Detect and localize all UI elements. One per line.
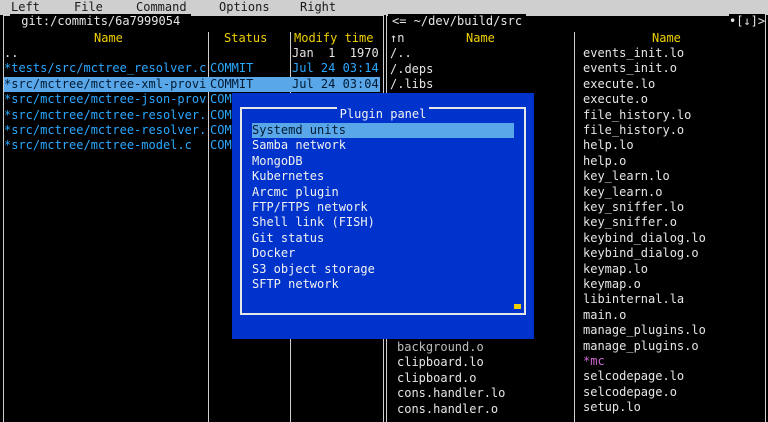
list-item[interactable]: execute.o [583, 92, 763, 107]
file-name: *src/mctree/mctree-xml-provid [4, 76, 207, 93]
list-item[interactable]: selcodepage.o [583, 385, 763, 400]
menu-command[interactable]: Command [136, 0, 187, 15]
plugin-item[interactable]: FTP/FTPS network [252, 200, 514, 215]
plugin-panel-dialog: Plugin panel Systemd units Samba network M… [232, 93, 534, 339]
list-item[interactable]: manage_plugins.o [583, 339, 763, 354]
file-mtime: Jan 1 1970 [292, 46, 379, 60]
file-status [210, 46, 290, 61]
cursor-block [514, 304, 521, 309]
file-status: COMMIT [210, 61, 254, 76]
list-item[interactable]: keymap.o [583, 277, 763, 292]
list-item[interactable]: manage_plugins.lo [583, 323, 763, 338]
table-row[interactable]: *tests/src/mctree_resolver.c COMMIT Jul 24… [4, 61, 380, 76]
table-row[interactable]: .. Jan 1 1970 [4, 46, 380, 61]
list-item[interactable]: /.libs [390, 77, 572, 92]
right-panel-corner-controls[interactable]: •[↓]> [729, 14, 766, 29]
left-panel-title: git:/commits/6a7999054 [10, 14, 192, 29]
list-item[interactable]: selcodepage.lo [583, 369, 763, 384]
file-status: COMMIT [210, 76, 290, 93]
list-item[interactable]: clipboard.lo [397, 355, 572, 370]
list-item[interactable]: libinternal.la [583, 292, 763, 307]
plugin-item[interactable]: S3 object storage [252, 262, 514, 277]
list-item[interactable]: clipboard.o [397, 371, 572, 386]
list-item[interactable]: cons.handler.o [397, 402, 572, 417]
list-item[interactable]: help.o [583, 154, 763, 169]
list-item[interactable]: key_sniffer.lo [583, 200, 763, 215]
file-mtime: Jul 24 03:04 [292, 76, 380, 93]
menu-right[interactable]: Right [300, 0, 336, 15]
list-item[interactable]: keybind_dialog.lo [583, 231, 763, 246]
plugin-item[interactable]: Kubernetes [252, 169, 514, 184]
file-name: *tests/src/mctree_resolver.c [4, 61, 207, 76]
list-item[interactable]: execute.lo [583, 77, 763, 92]
file-name: *src/mctree/mctree-resolver.h [4, 123, 207, 137]
file-name: *src/mctree/mctree-resolver.c [4, 107, 207, 122]
plugin-item[interactable]: MongoDB [252, 154, 514, 169]
menu-options[interactable]: Options [219, 0, 270, 15]
list-item[interactable]: /.deps [390, 62, 572, 77]
plugin-item[interactable]: Docker [252, 246, 514, 261]
list-item[interactable]: key_learn.lo [583, 169, 763, 184]
plugin-item[interactable]: Systemd units [252, 123, 514, 139]
plugin-panel-title: Plugin panel [336, 107, 430, 121]
list-item[interactable]: *mc [583, 354, 763, 369]
list-item[interactable]: events_init.lo [583, 46, 763, 61]
right-panel-title: <= ~/dev/build/src [388, 14, 527, 29]
list-item[interactable]: /.. [390, 46, 572, 61]
list-item[interactable]: cons.handler.lo [397, 386, 572, 401]
file-name: *src/mctree/mctree-json-provi [4, 92, 207, 107]
file-mtime: Jul 24 03:14 [292, 61, 379, 76]
menu-file[interactable]: File [74, 0, 103, 15]
plugin-item[interactable]: Shell link (FISH) [252, 215, 514, 230]
plugin-item[interactable]: Samba network [252, 138, 514, 153]
list-item[interactable]: background.o [397, 340, 572, 355]
list-item[interactable]: help.lo [583, 138, 763, 153]
table-row[interactable]: *src/mctree/mctree-xml-provid COMMIT Jul 2… [4, 76, 380, 93]
left-header-name[interactable]: Name [94, 31, 123, 46]
file-name: .. [4, 46, 19, 60]
plugin-panel-title-wrap: Plugin panel [232, 107, 534, 122]
list-item[interactable]: file_history.o [583, 123, 763, 138]
list-item[interactable]: events_init.o [583, 61, 763, 76]
list-item[interactable]: main.o [583, 308, 763, 323]
right-panel-divider [574, 32, 575, 422]
list-item[interactable]: file_history.lo [583, 108, 763, 123]
list-item[interactable]: ↑n [390, 31, 572, 46]
left-header-mtime[interactable]: Modify time [294, 31, 373, 46]
list-item[interactable]: key_sniffer.o [583, 215, 763, 230]
plugin-item[interactable]: SFTP network [252, 277, 514, 292]
list-item[interactable]: keybind_dialog.o [583, 246, 763, 261]
list-item[interactable]: setup.lo [583, 400, 763, 415]
file-name: *src/mctree/mctree-model.c [4, 138, 192, 153]
right-header-name-2[interactable]: Name [652, 31, 681, 46]
list-item[interactable]: keymap.lo [583, 262, 763, 277]
menu-left[interactable]: Left [11, 0, 40, 15]
menu-bar: Left File Command Options Right [0, 0, 768, 15]
left-header-status[interactable]: Status [224, 31, 267, 46]
list-item[interactable]: key_learn.o [583, 185, 763, 200]
plugin-item[interactable]: Git status [252, 231, 514, 246]
plugin-item[interactable]: Arcmc plugin [252, 185, 514, 200]
